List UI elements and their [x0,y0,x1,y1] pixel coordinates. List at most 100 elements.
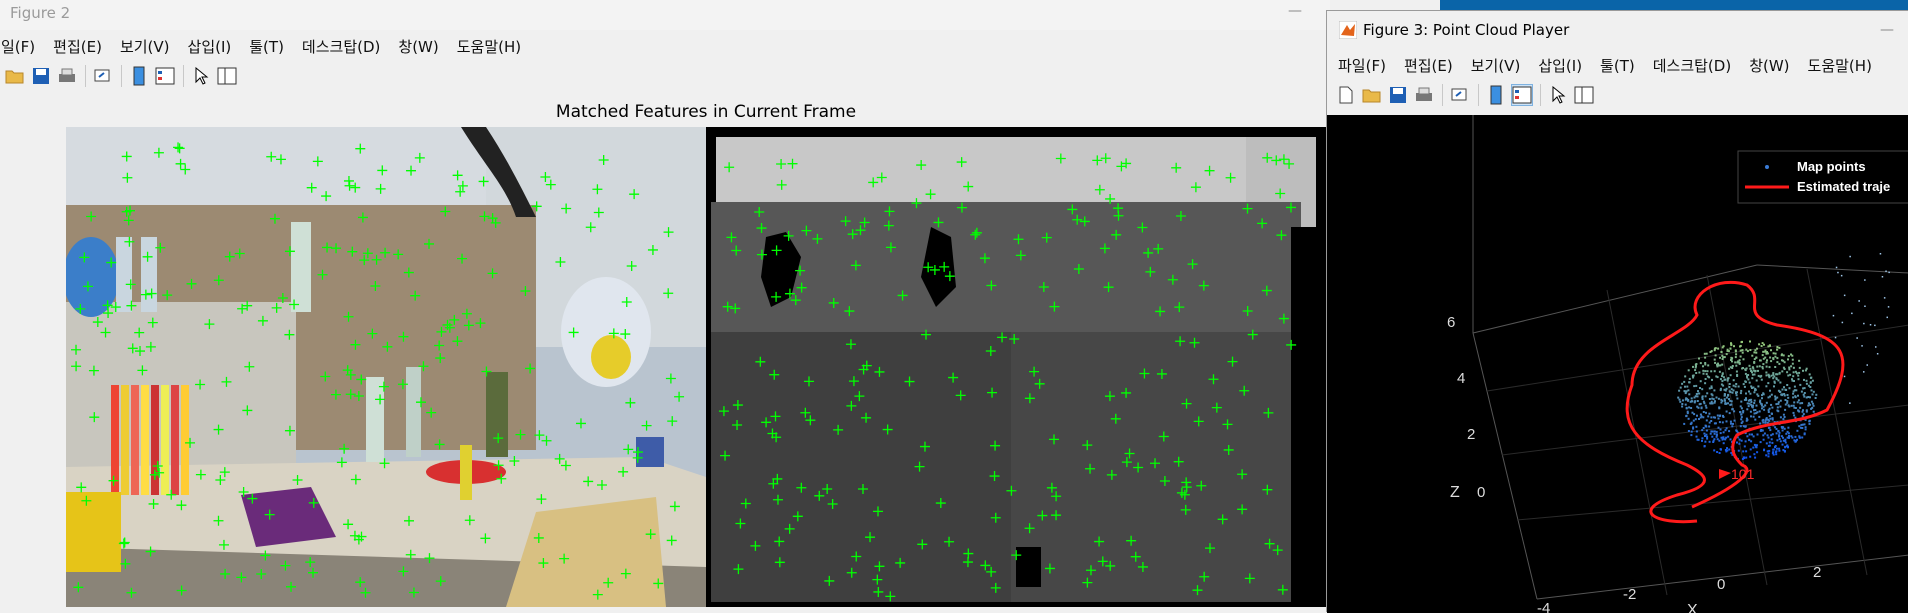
depth-hole-3 [1016,547,1041,587]
map-point [1777,429,1780,432]
map-point [1771,406,1774,409]
map-point [1781,370,1784,373]
map-point [1740,389,1743,392]
colorbar-icon[interactable] [1485,84,1507,106]
map-point [1776,357,1779,360]
map-point [1702,400,1705,403]
menu-item[interactable]: 편집(E) [1395,55,1462,76]
map-point [1774,355,1777,358]
map-point [1783,450,1786,452]
map-point [1765,385,1768,388]
menu-item[interactable]: 보기(V) [111,36,179,57]
print-icon[interactable] [56,65,78,87]
map-point [1779,399,1782,402]
print-icon[interactable] [1413,84,1435,106]
x-tick-label: -4 [1537,600,1550,613]
map-point [1734,350,1737,353]
menu-item[interactable]: 창(W) [389,36,447,57]
menu-item[interactable]: 툴(T) [1591,55,1644,76]
map-point [1796,401,1799,404]
map-point [1759,399,1762,402]
menu-item[interactable]: 도움말(H) [448,36,530,57]
menu-item[interactable]: 일(F) [0,36,44,57]
map-point [1834,336,1837,339]
menu-item[interactable]: 도움말(H) [1799,55,1881,76]
menu-item[interactable]: 삽입(I) [1529,55,1591,76]
map-point [1769,417,1772,420]
map-point [1887,306,1890,308]
map-point [1805,367,1808,370]
menu-item[interactable]: 파일(F) [1329,55,1395,76]
map-point [1705,373,1708,376]
map-point [1704,395,1707,398]
map-point [1774,446,1776,449]
map-point [1784,446,1787,449]
map-point [1809,396,1811,399]
legend-icon[interactable] [154,65,176,87]
estimated-trajectory-line [1625,280,1845,524]
save-icon[interactable] [1387,84,1409,106]
map-point [1738,438,1741,441]
camera-marker [1719,469,1731,479]
legend[interactable]: Map points Estimated traje [1737,150,1908,204]
map-point [1768,366,1771,369]
menu-item[interactable]: 창(W) [1740,55,1798,76]
figure2-title: Figure 2 [10,4,71,22]
map-point [1799,406,1802,409]
map-point [1778,447,1781,450]
map-point [1713,449,1716,452]
menu-item[interactable]: 데스크탑(D) [293,36,389,57]
menu-item[interactable]: 보기(V) [1462,55,1530,76]
link-icon[interactable] [92,65,114,87]
map-point [1771,418,1774,421]
map-point [1776,361,1779,364]
map-point [1728,386,1731,388]
open-folder-icon[interactable] [4,65,26,87]
map-point [1710,430,1713,433]
open-folder-icon[interactable] [1361,84,1383,106]
matched-features-image[interactable] [66,127,1326,607]
point-cloud-axes[interactable]: 101 Map points Estimated traje 6 4 2 0 Z… [1327,115,1908,613]
map-point [1770,438,1773,441]
map-point [1704,363,1707,366]
map-point [1752,446,1755,449]
pointer-icon[interactable] [190,65,212,87]
map-point [1726,377,1729,380]
map-point [1735,370,1738,373]
map-point [1744,440,1747,443]
map-point [1803,432,1806,435]
legend-icon[interactable] [1511,84,1533,106]
map-point [1731,425,1734,428]
map-point [1725,427,1728,430]
map-point [1763,449,1765,452]
minimize-icon[interactable]: — [1275,0,1315,24]
menu-item[interactable]: 툴(T) [240,36,293,57]
menu-item[interactable]: 삽입(I) [179,36,241,57]
menu-item[interactable]: 데스크탑(D) [1644,55,1740,76]
map-point [1708,387,1711,390]
map-point [1698,371,1701,374]
map-point [1747,374,1750,376]
map-point [1697,390,1699,393]
link-icon[interactable] [1449,84,1471,106]
map-point [1772,373,1775,376]
map-point [1768,414,1771,417]
menu-item[interactable]: 편집(E) [44,36,111,57]
minimize-icon[interactable]: — [1867,19,1907,43]
map-point [1740,407,1743,410]
save-icon[interactable] [30,65,52,87]
pointer-icon[interactable] [1547,84,1569,106]
map-point [1736,397,1739,400]
map-point [1730,400,1733,403]
map-point [1749,410,1752,413]
colorbar-icon[interactable] [128,65,150,87]
map-point [1729,366,1732,369]
map-point [1747,399,1750,402]
map-point [1711,378,1713,381]
new-figure-icon[interactable] [1335,84,1357,106]
property-inspector-icon[interactable] [216,65,238,87]
z-tick-label: 2 [1467,426,1475,443]
map-point [1755,404,1758,407]
map-point [1729,420,1732,423]
property-inspector-icon[interactable] [1573,84,1595,106]
